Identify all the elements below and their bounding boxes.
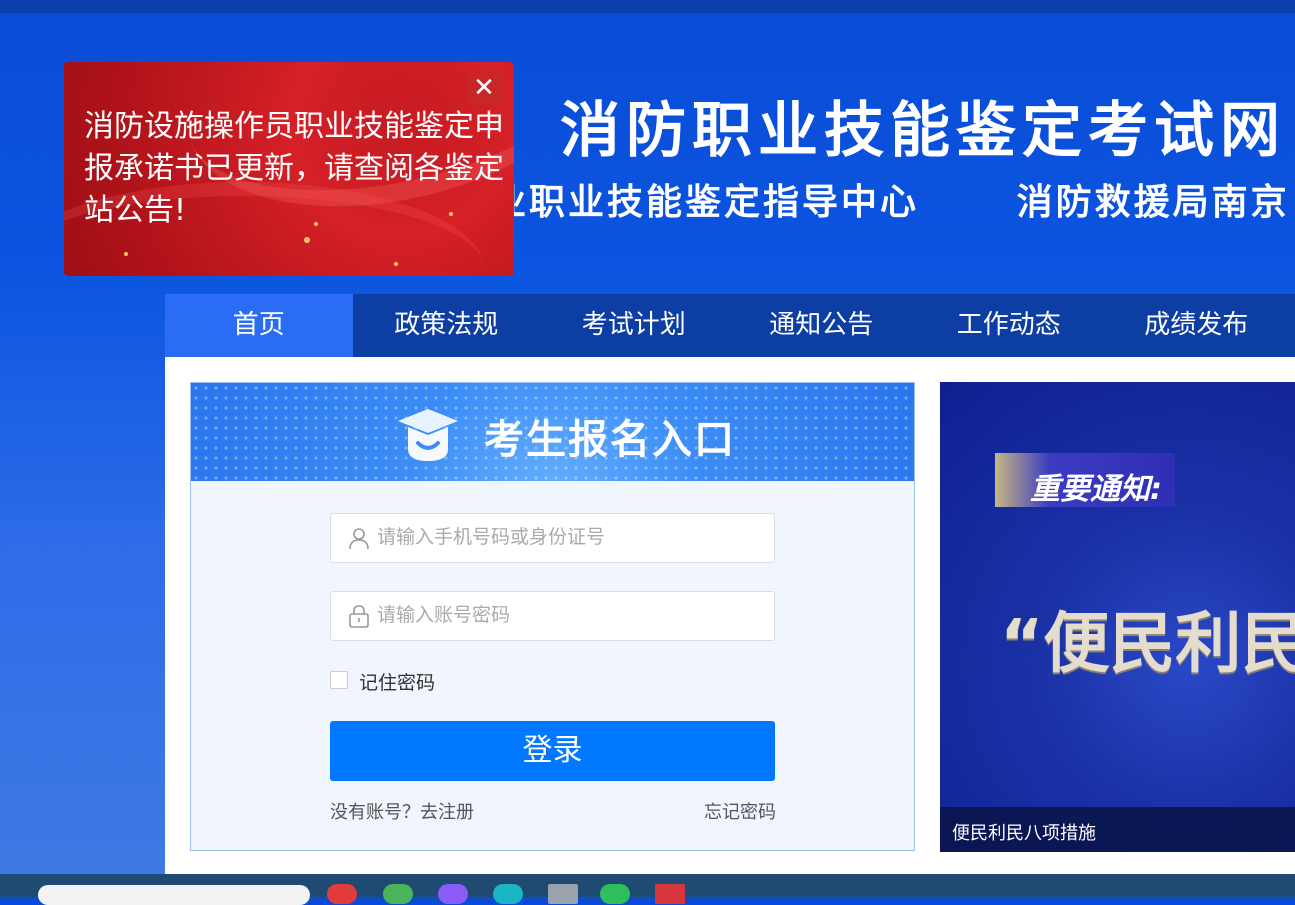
register-link[interactable]: 没有账号？去注册: [330, 798, 474, 824]
taskbar-app-icon[interactable]: [327, 884, 357, 904]
taskbar-app-icon[interactable]: [493, 884, 523, 904]
username-field[interactable]: [330, 513, 775, 563]
taskbar-app-icon[interactable]: [548, 884, 578, 904]
remember-checkbox[interactable]: [330, 671, 348, 689]
banner-caption[interactable]: 便民利民八项措施: [952, 819, 1096, 845]
nav-item-results[interactable]: 成绩发布: [1103, 294, 1291, 357]
taskbar-app-icon[interactable]: [600, 884, 630, 904]
marquee-item: 业职业技能鉴定指导中心: [490, 182, 920, 223]
remember-label: 记住密码: [359, 672, 436, 694]
site-title: 消防职业技能鉴定考试网: [560, 96, 1286, 166]
close-icon[interactable]: ✕: [467, 73, 501, 105]
marquee-item: 消防救援局南京: [1016, 182, 1290, 223]
taskbar-search-box[interactable]: [38, 885, 310, 905]
main-nav: 首页 政策法规 考试计划 通知公告 工作动态 成绩发布: [165, 294, 1295, 357]
os-taskbar: [0, 874, 1295, 905]
login-header: 考生报名入口: [191, 383, 914, 481]
top-strip: [0, 0, 1295, 13]
taskbar-app-icon[interactable]: [383, 884, 413, 904]
news-banner[interactable]: 重要通知: “便民利民 便民利民八项措施: [940, 382, 1295, 852]
lock-icon: [349, 605, 369, 628]
taskbar-app-icon[interactable]: [655, 884, 685, 904]
popup-sparkle: [394, 262, 398, 266]
taskbar-app-icon[interactable]: [438, 884, 468, 904]
nav-item-home[interactable]: 首页: [165, 294, 353, 357]
password-input[interactable]: [375, 592, 769, 640]
banner-headline: “便民利民: [1000, 605, 1295, 682]
user-icon: [349, 528, 369, 550]
marquee-track: 业职业技能鉴定指导中心 消防救援局南京: [490, 173, 1295, 223]
forgot-password-link[interactable]: 忘记密码: [704, 798, 776, 824]
popup-sparkle: [304, 237, 310, 243]
banner-caption-bar: 便民利民八项措施: [940, 807, 1295, 852]
username-input[interactable]: [375, 514, 769, 562]
popup-sparkle: [124, 252, 128, 256]
graduation-cap-icon: [398, 409, 458, 461]
nav-item-policies[interactable]: 政策法规: [353, 294, 541, 357]
nav-item-notices[interactable]: 通知公告: [728, 294, 916, 357]
popup-message: 消防设施操作员职业技能鉴定申报承诺书已更新，请查阅各鉴定站公告!: [84, 109, 504, 228]
password-field[interactable]: [330, 591, 775, 641]
login-title: 考生报名入口: [484, 417, 736, 463]
login-button[interactable]: 登录: [330, 721, 775, 781]
nav-item-exam-plan[interactable]: 考试计划: [540, 294, 728, 357]
login-panel: 考生报名入口 记住密码 登录 没有账号？去注册 忘记密码: [190, 382, 915, 851]
notice-popup[interactable]: 消防设施操作员职业技能鉴定申报承诺书已更新，请查阅各鉴定站公告! ✕: [64, 62, 514, 276]
banner-notice-label: 重要通知:: [1030, 472, 1162, 507]
nav-item-news[interactable]: 工作动态: [915, 294, 1103, 357]
main-content: 首页 政策法规 考试计划 通知公告 工作动态 成绩发布 考生报名入口 请输入手机…: [165, 294, 1295, 874]
